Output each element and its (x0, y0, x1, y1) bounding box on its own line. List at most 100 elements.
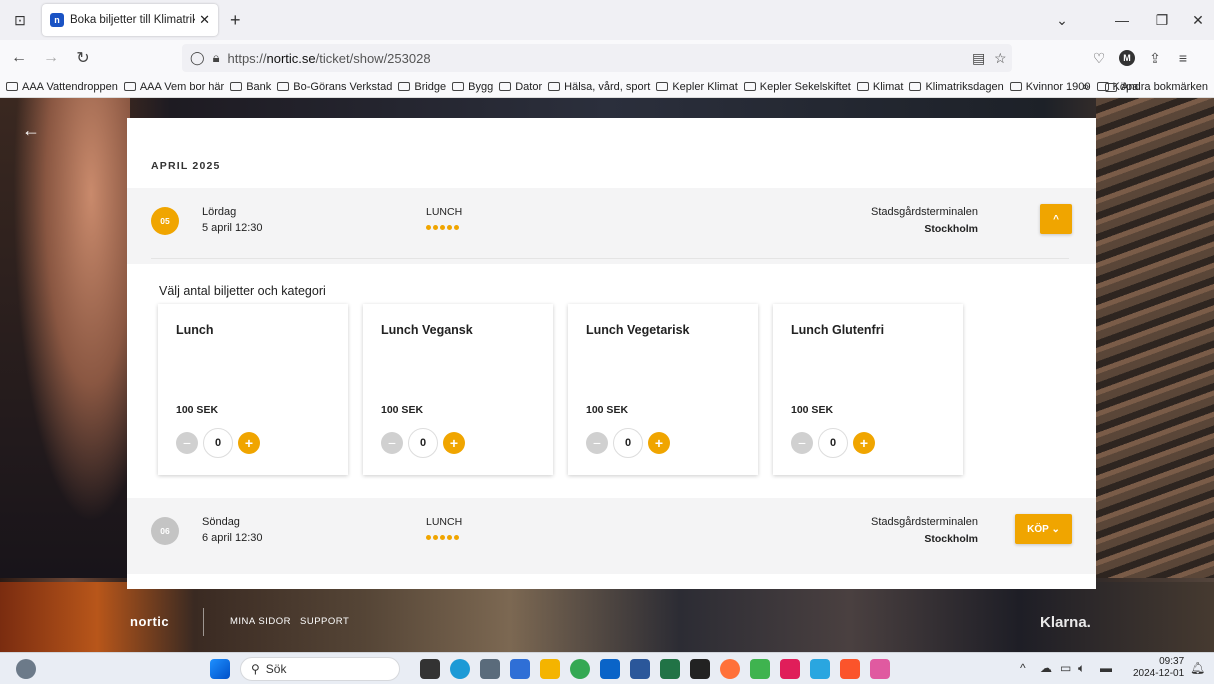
menu-icon[interactable]: ≡ (1170, 45, 1196, 71)
forward-icon[interactable]: → (38, 45, 64, 71)
back-arrow-icon[interactable]: ← (22, 120, 40, 141)
event-row[interactable]: 06 Söndag 6 april 12:30 LUNCH Stadsgårds… (127, 498, 1096, 574)
notification-bell-icon[interactable]: 🔔︎ (1190, 661, 1205, 675)
bookmark-item[interactable]: Klimat (856, 81, 903, 93)
onedrive-icon[interactable]: ☁ (1040, 661, 1052, 675)
key-app-icon[interactable] (870, 659, 890, 679)
day-badge: 05 (151, 207, 179, 235)
new-tab-icon[interactable]: + (230, 10, 241, 31)
widgets-icon[interactable] (16, 659, 36, 679)
bookmark-star-icon[interactable]: ☆ (994, 50, 1007, 67)
pocket-icon[interactable]: ♡ (1086, 45, 1112, 71)
windows-taskbar: ⚲ Sök ^ ☁ ▭ 🔈︎ ▬ 09:37 2024-12-01 🔔︎ (0, 652, 1214, 684)
settings-icon[interactable] (480, 659, 500, 679)
app-8-icon[interactable] (750, 659, 770, 679)
ticket-price: 100 SEK (791, 404, 834, 416)
reader-view-icon[interactable]: ▤ (972, 50, 985, 67)
file-explorer-icon[interactable] (540, 659, 560, 679)
quantity-field[interactable]: 0 (408, 428, 438, 458)
event-venue: Stadsgårdsterminalen (870, 516, 978, 528)
increase-quantity-button[interactable]: + (648, 432, 670, 454)
bookmark-item[interactable]: Bygg (452, 81, 493, 93)
folder-icon (277, 82, 290, 91)
account-avatar[interactable]: M (1114, 45, 1140, 71)
search-icon: ⚲ (251, 662, 260, 676)
availability-dots (426, 225, 459, 230)
kgf-icon[interactable] (690, 659, 710, 679)
start-icon[interactable] (210, 659, 230, 679)
extensions-icon[interactable]: ⇪ (1142, 45, 1168, 71)
word-icon[interactable] (630, 659, 650, 679)
decrease-quantity-button[interactable]: − (381, 432, 403, 454)
calculator-icon[interactable] (810, 659, 830, 679)
decrease-quantity-button[interactable]: − (176, 432, 198, 454)
shield-icon[interactable]: ◯ (190, 50, 205, 66)
lock-icon[interactable]: 🔒︎ (213, 50, 220, 66)
taskbar-clock[interactable]: 09:37 2024-12-01 (1133, 656, 1184, 680)
tab-list-icon[interactable]: ⊡ (6, 6, 34, 34)
slack-icon[interactable] (780, 659, 800, 679)
close-tab-icon[interactable]: ✕ (199, 12, 210, 28)
bookmark-item[interactable]: Dator (499, 81, 542, 93)
increase-quantity-button[interactable]: + (238, 432, 260, 454)
folder-icon (548, 82, 561, 91)
bookmark-item[interactable]: Bo-Görans Verkstad (277, 81, 392, 93)
quantity-field[interactable]: 0 (203, 428, 233, 458)
tab-overflow-chevron-icon[interactable]: ⌄ (1042, 0, 1082, 40)
bookmark-item[interactable]: Bridge (398, 81, 446, 93)
footer-link-my-pages[interactable]: MINA SIDOR (230, 616, 291, 627)
back-icon[interactable]: ← (6, 45, 32, 71)
tray-chevron-icon[interactable]: ^ (1020, 661, 1026, 675)
event-city: Stockholm (924, 533, 978, 545)
bookmark-item[interactable]: Klimatriksdagen (909, 81, 1004, 93)
footer-link-support[interactable]: SUPPORT (300, 616, 349, 627)
ticket-name: Lunch Glutenfri (791, 323, 885, 337)
reload-icon[interactable]: ↻ (70, 45, 96, 71)
increase-quantity-button[interactable]: + (443, 432, 465, 454)
chrome-icon[interactable] (570, 659, 590, 679)
firefox-icon[interactable] (720, 659, 740, 679)
chevron-up-icon: ^ (1053, 213, 1059, 225)
outlook-icon[interactable] (600, 659, 620, 679)
task-view-icon[interactable] (420, 659, 440, 679)
restore-icon[interactable]: ❐ (1142, 0, 1182, 40)
collapse-button[interactable]: ^ (1040, 204, 1072, 234)
ticket-price: 100 SEK (176, 404, 219, 416)
quantity-field[interactable]: 0 (613, 428, 643, 458)
bookmarks-overflow-icon[interactable]: » (1083, 81, 1089, 93)
edge-icon[interactable] (450, 659, 470, 679)
store-icon[interactable] (510, 659, 530, 679)
minimize-icon[interactable]: — (1102, 0, 1142, 40)
klarna-logo: Klarna. (1040, 614, 1091, 631)
bookmark-item[interactable]: Kepler Klimat (656, 81, 738, 93)
browser-tab[interactable]: n Boka biljetter till Klimatriksdag ✕ (42, 4, 218, 36)
network-icon[interactable]: ▭ (1060, 661, 1071, 675)
decrease-quantity-button[interactable]: − (586, 432, 608, 454)
url-bar[interactable]: ◯ 🔒︎ https://nortic.se/ticket/show/25302… (182, 44, 1012, 72)
bookmark-item[interactable]: Kepler Sekelskiftet (743, 81, 851, 93)
quantity-field[interactable]: 0 (818, 428, 848, 458)
day-badge: 06 (151, 517, 179, 545)
taskbar-search[interactable]: ⚲ Sök (240, 657, 400, 681)
bookmark-other[interactable]: Andra bokmärken (1105, 81, 1208, 93)
volume-icon[interactable]: 🔈︎ (1078, 661, 1085, 676)
increase-quantity-button[interactable]: + (853, 432, 875, 454)
bookmark-item[interactable]: Bank (230, 81, 271, 93)
brave-icon[interactable] (840, 659, 860, 679)
nortic-logo[interactable]: nortic (130, 614, 169, 629)
bookmark-item[interactable]: AAA Vem bor här (123, 81, 224, 93)
battery-icon[interactable]: ▬ (1100, 661, 1112, 675)
buy-button[interactable]: KÖP ⌄ (1015, 514, 1072, 544)
choose-tickets-label: Välj antal biljetter och kategori (159, 284, 326, 298)
bookmark-item[interactable]: Hälsa, vård, sport (548, 81, 650, 93)
decrease-quantity-button[interactable]: − (791, 432, 813, 454)
nortic-favicon-icon: n (50, 13, 64, 27)
close-window-icon[interactable]: ✕ (1178, 0, 1214, 40)
event-row[interactable]: 05 Lördag 5 april 12:30 LUNCH Stadsgårds… (127, 188, 1096, 264)
background-photo-audience (1096, 98, 1214, 578)
clock-date: 2024-12-01 (1133, 668, 1185, 679)
excel-icon[interactable] (660, 659, 680, 679)
bookmark-item[interactable]: AAA Vattendroppen (6, 81, 118, 93)
folder-icon (452, 82, 465, 91)
bookmark-item[interactable]: Kvinnor 1900 (1009, 81, 1091, 93)
